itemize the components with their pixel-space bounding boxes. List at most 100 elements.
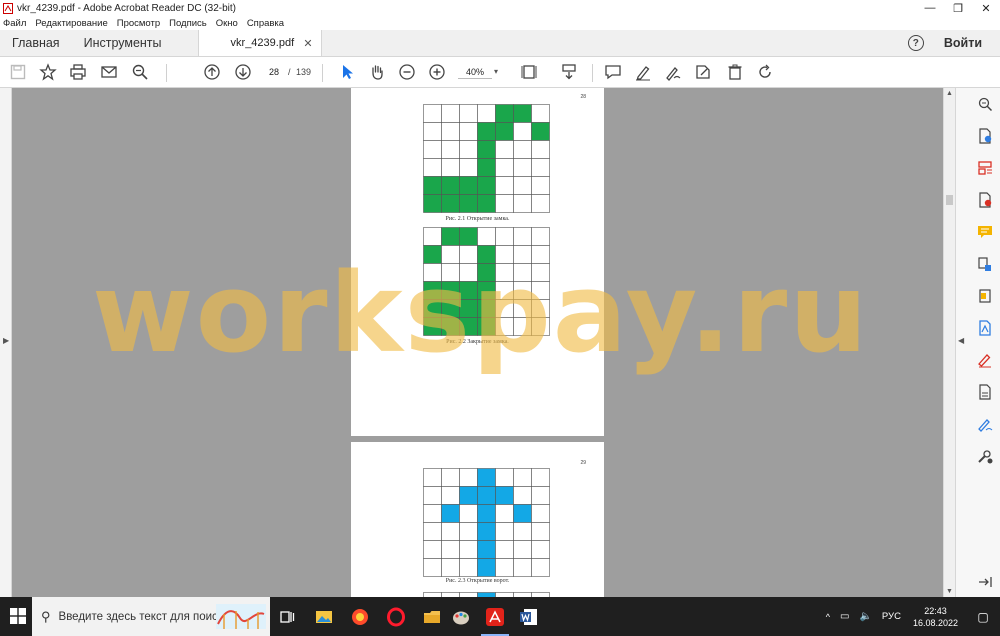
next-page-icon[interactable]: [234, 63, 252, 81]
fill-sign-icon[interactable]: [694, 63, 712, 81]
network-icon[interactable]: ▭: [840, 611, 849, 622]
grid-cell: [441, 122, 460, 141]
grid-cell: [495, 299, 514, 318]
grid-cell: [531, 522, 550, 541]
vertical-scrollbar[interactable]: ▲ ▼: [943, 88, 955, 597]
word-app-icon[interactable]: [519, 607, 539, 627]
windows-start-icon[interactable]: [10, 608, 26, 624]
hand-tool-icon[interactable]: [368, 63, 386, 81]
email-icon[interactable]: [100, 63, 118, 81]
organize-pages-icon[interactable]: [977, 160, 993, 176]
compress-pdf-icon[interactable]: [977, 288, 993, 304]
combine-files-icon[interactable]: [977, 256, 993, 272]
zoom-in-icon[interactable]: [428, 63, 446, 81]
tab-document[interactable]: vkr_4239.pdf ✕: [197, 30, 322, 56]
tab-close-icon[interactable]: ✕: [303, 37, 312, 50]
paint-app-icon[interactable]: [451, 607, 471, 627]
comment-tool-icon[interactable]: [977, 224, 993, 240]
previous-page-icon[interactable]: [203, 63, 221, 81]
grid-cell: [513, 486, 532, 505]
clock[interactable]: 22:43 16.08.2022: [913, 605, 958, 629]
highlight-pen-icon[interactable]: [634, 63, 652, 81]
grid-cell: [513, 104, 532, 123]
menu-file[interactable]: Файл: [3, 18, 26, 29]
select-cursor-icon[interactable]: [338, 63, 356, 81]
acrobat-window: vkr_4239.pdf - Adobe Acrobat Reader DC (…: [0, 0, 1000, 636]
grid-cell: [423, 140, 442, 159]
photos-app-icon[interactable]: [314, 607, 334, 627]
menu-sign[interactable]: Подпись: [169, 18, 207, 29]
grid-cell: [495, 194, 514, 213]
sign-pen-icon[interactable]: [664, 63, 682, 81]
opera-browser-icon[interactable]: [386, 607, 406, 627]
grid-cell: [459, 468, 478, 487]
delete-trash-icon[interactable]: [726, 63, 744, 81]
create-pdf-icon[interactable]: [977, 192, 993, 208]
grid-cell: [459, 263, 478, 282]
tab-home[interactable]: Главная: [0, 30, 72, 56]
export-pdf-icon[interactable]: [977, 128, 993, 144]
taskbar-search-box[interactable]: ⚲ Введите здесь текст для поиска: [32, 597, 270, 636]
notifications-icon[interactable]: ▢: [972, 610, 994, 624]
minimize-button[interactable]: —: [916, 0, 944, 16]
zoom-dropdown-icon[interactable]: ▾: [494, 65, 498, 79]
grid-cell: [477, 104, 496, 123]
search-tool-icon[interactable]: [977, 96, 993, 112]
tab-bar: Главная Инструменты vkr_4239.pdf ✕ ? Вой…: [0, 30, 1000, 57]
save-icon[interactable]: [9, 63, 27, 81]
grid-cell: [495, 158, 514, 177]
maximize-button[interactable]: ❐: [944, 0, 972, 16]
send-for-signature-icon[interactable]: [977, 384, 993, 400]
print-icon[interactable]: [69, 63, 87, 81]
grid-cell: [513, 468, 532, 487]
search-zoom-icon[interactable]: [131, 63, 149, 81]
yandex-browser-icon[interactable]: [350, 607, 370, 627]
fill-and-sign-icon[interactable]: [977, 352, 993, 368]
zoom-out-icon[interactable]: [398, 63, 416, 81]
grid-cell: [441, 558, 460, 577]
help-icon[interactable]: ?: [907, 35, 924, 51]
volume-icon[interactable]: 🔈: [859, 611, 871, 622]
menu-view[interactable]: Просмотр: [117, 18, 160, 29]
menu-window[interactable]: Окно: [216, 18, 238, 29]
grid-cell: [441, 486, 460, 505]
more-tools-icon[interactable]: [977, 448, 993, 464]
grid-cell: [459, 122, 478, 141]
tab-tools[interactable]: Инструменты: [72, 30, 174, 56]
current-page-input[interactable]: 28: [262, 65, 286, 79]
edit-pdf-icon[interactable]: [977, 320, 993, 336]
menu-edit[interactable]: Редактирование: [35, 18, 107, 29]
menu-help[interactable]: Справка: [247, 18, 284, 29]
zoom-level-input[interactable]: 40%: [458, 65, 492, 79]
left-nav-pane-toggle[interactable]: ▶: [0, 88, 12, 597]
grid-cell: [531, 158, 550, 177]
protect-sign-icon[interactable]: [977, 416, 993, 432]
collapse-tools-icon[interactable]: [977, 574, 993, 590]
grid-cell: [423, 468, 442, 487]
scroll-mode-icon[interactable]: [560, 63, 578, 81]
signin-button[interactable]: Войти: [944, 36, 982, 50]
bookmark-star-icon[interactable]: [39, 63, 57, 81]
expand-left-pane-icon[interactable]: ▶: [3, 336, 9, 345]
scroll-thumb[interactable]: [946, 195, 953, 205]
grid-cell: [513, 540, 532, 559]
rotate-icon[interactable]: [756, 63, 774, 81]
acrobat-reader-taskbar-icon[interactable]: [481, 607, 509, 636]
comment-icon[interactable]: [604, 63, 622, 81]
collapse-right-pane-icon[interactable]: ◀: [958, 336, 964, 345]
document-view[interactable]: 28 Рис. 2.1 Открытие замка. Рис. 2.2 Зак…: [12, 88, 943, 597]
file-explorer-icon[interactable]: [422, 607, 442, 627]
scroll-up-icon[interactable]: ▲: [946, 90, 953, 97]
grid-cell: [441, 317, 460, 336]
grid-cell: [495, 504, 514, 523]
page-fit-icon[interactable]: [520, 63, 538, 81]
scroll-down-icon[interactable]: ▼: [946, 588, 953, 595]
tray-chevron-icon[interactable]: ^: [826, 612, 830, 622]
pdf-page-29: 29 Рис. 2.3 Открытие ворот.: [351, 442, 604, 597]
grid-cell: [423, 245, 442, 264]
task-view-icon[interactable]: [277, 607, 297, 627]
grid-cell: [477, 299, 496, 318]
close-window-button[interactable]: ✕: [972, 0, 1000, 16]
input-language[interactable]: РУС: [882, 611, 901, 622]
grid-cell: [459, 176, 478, 195]
